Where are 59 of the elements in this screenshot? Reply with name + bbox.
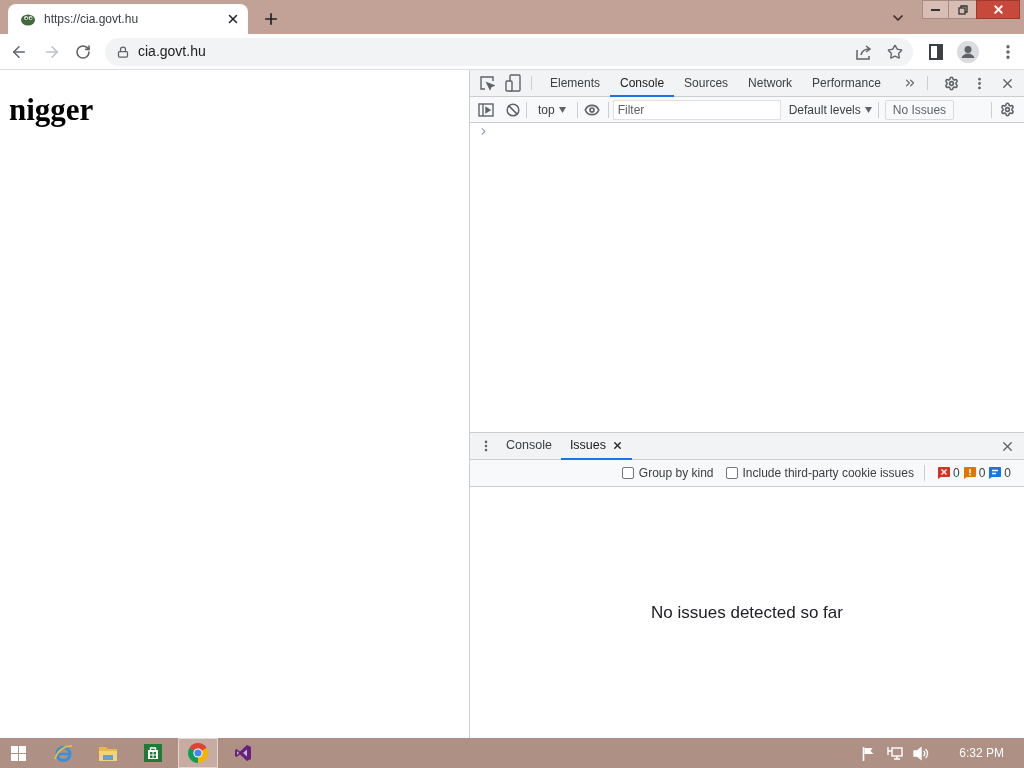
restore-button[interactable] [949, 0, 976, 19]
clear-console-icon[interactable] [506, 102, 520, 117]
close-icon[interactable] [612, 440, 623, 451]
frog-favicon-icon [20, 12, 36, 26]
console-settings-icon[interactable] [1000, 102, 1015, 117]
url-text: cia.govt.hu [138, 42, 207, 61]
drawer-tab-label: Issues [569, 437, 606, 455]
restore-icon [957, 4, 968, 15]
checkbox[interactable] [725, 467, 738, 479]
issue-count: 0 [1004, 465, 1011, 482]
chrome-logo-icon [188, 743, 208, 763]
side-panel-icon[interactable] [929, 43, 943, 60]
minimize-button[interactable] [922, 0, 949, 19]
issues-button[interactable]: No Issues [884, 99, 955, 120]
page-heading: nigger [9, 92, 94, 128]
lock-icon [117, 45, 129, 58]
info-message-icon [989, 467, 1002, 479]
profile-avatar-icon[interactable] [957, 40, 979, 63]
warning-icon [963, 467, 976, 479]
share-icon[interactable] [855, 42, 873, 61]
devtools-tab[interactable]: Performance [802, 70, 891, 97]
tab-title: https://cia.govt.hu [44, 11, 140, 28]
infinity-bow-logo-icon [234, 744, 252, 762]
checkbox-label: Include third-party cookie issues [742, 465, 914, 482]
close-icon [991, 3, 1005, 16]
new-tab-icon[interactable] [262, 10, 280, 28]
taskbar-app-button[interactable] [178, 738, 218, 768]
devtools-tab[interactable]: Sources [674, 70, 739, 97]
browser-tab[interactable]: https://cia.govt.hu [8, 4, 248, 34]
empty-message: No issues detected so far [651, 601, 843, 624]
address-bar[interactable]: cia.govt.hu [105, 37, 913, 66]
sidebar-toggle-icon[interactable] [478, 102, 494, 117]
reload-icon[interactable] [75, 43, 91, 60]
devtools-tab[interactable]: Elements [540, 70, 611, 97]
checkbox[interactable] [621, 467, 634, 479]
close-window-button[interactable] [976, 0, 1020, 19]
issue-count: 0 [952, 465, 960, 482]
device-toolbar-icon[interactable] [505, 74, 521, 92]
speaker-icon[interactable] [913, 745, 930, 761]
inspect-element-icon[interactable] [479, 75, 495, 91]
filter-input[interactable]: Filter [612, 99, 781, 120]
log-levels-dropdown[interactable]: Default levels [788, 100, 872, 119]
drawer-tab-label: Console [506, 437, 552, 455]
dropdown-triangle-icon [864, 106, 872, 113]
network-icon[interactable] [887, 745, 904, 761]
shopping-bag-icon [144, 744, 162, 762]
drawer-tab[interactable]: Console [497, 433, 561, 460]
error-icon [937, 467, 950, 479]
browser-e-logo-icon [53, 743, 73, 763]
context-selector[interactable]: top [533, 100, 571, 119]
folder-icon [98, 744, 118, 762]
close-icon[interactable] [226, 12, 240, 26]
issue-count: 0 [978, 465, 986, 482]
settings-icon[interactable] [944, 75, 959, 91]
dropdown-triangle-icon [558, 106, 566, 113]
windows-logo-icon [10, 745, 26, 761]
checkbox-label: Group by kind [638, 465, 714, 482]
devtools-tab[interactable]: Network [738, 70, 803, 97]
bookmark-star-icon[interactable] [887, 43, 903, 60]
